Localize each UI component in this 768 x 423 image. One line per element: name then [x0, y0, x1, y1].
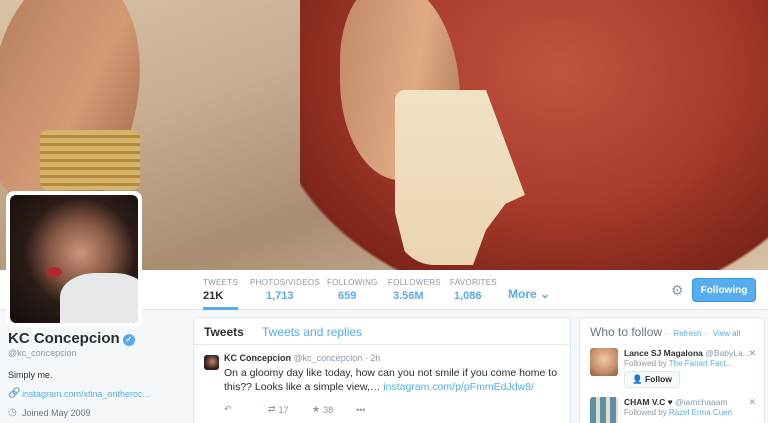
followed-by-label: Followed by: [624, 359, 667, 368]
retweet-action[interactable]: ⇄ 17: [268, 404, 312, 415]
stat-value: 3.56M: [393, 290, 424, 302]
profile-card: KC Concepcion ✓ @kc_concepcion Simply me.…: [8, 330, 188, 418]
refresh-link[interactable]: Refresh: [673, 329, 701, 338]
stat-value: 1,086: [454, 290, 482, 302]
website-link[interactable]: instagram.com/xtina_ontheroc...: [22, 389, 150, 399]
followed-by-label: Followed by: [624, 408, 667, 417]
profile-avatar[interactable]: [6, 191, 142, 327]
tweet-link[interactable]: instagram.com/p/pFmmEdJdw8/: [383, 381, 534, 393]
close-icon[interactable]: ✕: [748, 397, 756, 408]
profile-joined: ◷ Joined May 2009: [8, 407, 188, 418]
suggestion-avatar[interactable]: [590, 397, 618, 423]
favorite-count: 38: [323, 404, 334, 415]
followed-by-user[interactable]: The Fanart Fact...: [669, 359, 733, 368]
more-actions[interactable]: •••: [356, 404, 400, 415]
tweet-time[interactable]: · 2h: [365, 353, 381, 363]
profile-name[interactable]: KC Concepcion: [8, 330, 120, 347]
timeline: Tweets Tweets and replies KC Concepcion …: [193, 317, 571, 423]
who-to-follow: Who to follow · Refresh · View all Lance…: [579, 317, 765, 423]
profile-website[interactable]: 🔗 instagram.com/xtina_ontheroc...: [8, 388, 188, 399]
stat-value: 659: [338, 290, 357, 302]
stat-value: 21K: [203, 290, 224, 302]
close-icon[interactable]: ✕: [748, 348, 756, 359]
following-button[interactable]: Following: [692, 278, 756, 302]
profile-handle[interactable]: @kc_concepcion: [8, 348, 188, 358]
tweet-handle[interactable]: @kc_concepcion: [294, 353, 363, 363]
joined-date: Joined May 2009: [22, 407, 91, 418]
stat-favorites[interactable]: FAVORITES 1,086: [450, 278, 497, 302]
more-menu[interactable]: More ⌄: [508, 287, 550, 301]
favorite-action[interactable]: ★ 38: [312, 404, 356, 415]
profile-bio: Simply me.: [8, 370, 53, 380]
retweet-count: 17: [278, 404, 289, 415]
separator: ·: [665, 329, 669, 338]
separator: ·: [704, 329, 708, 338]
more-label: More: [508, 287, 537, 301]
calendar-icon: ◷: [8, 407, 17, 418]
tweet-item[interactable]: KC Concepcion @kc_concepcion · 2h On a g…: [194, 345, 570, 415]
tab-tweets-and-replies[interactable]: Tweets and replies: [262, 325, 362, 339]
stat-tweets[interactable]: TWEETS 21K: [203, 278, 239, 310]
tweet-author[interactable]: KC Concepcion: [224, 353, 291, 363]
stat-label: FOLLOWERS: [388, 278, 441, 287]
reply-action[interactable]: ↶: [224, 404, 268, 415]
followed-by-user[interactable]: Razel Erma Cuen: [669, 408, 732, 417]
stat-value: 1,713: [266, 290, 294, 302]
timeline-tabs: Tweets Tweets and replies: [194, 318, 570, 345]
reply-icon: ↶: [224, 404, 232, 414]
stat-followers[interactable]: FOLLOWERS 3.56M: [388, 278, 441, 302]
tweet-actions: ↶ ⇄ 17 ★ 38 •••: [224, 404, 560, 415]
more-dots-icon: •••: [356, 404, 366, 415]
suggestion-name[interactable]: Lance SJ Magalona: [624, 348, 703, 358]
stat-label: FAVORITES: [450, 278, 498, 287]
suggestion-avatar[interactable]: [590, 348, 618, 376]
verified-badge-icon: ✓: [122, 334, 135, 346]
suggestion-name[interactable]: CHAM V.C ♥: [624, 397, 673, 407]
star-icon: ★: [312, 404, 321, 414]
chevron-down-icon: ⌄: [540, 287, 551, 301]
who-to-follow-title: Who to follow: [590, 325, 663, 339]
stat-label: PHOTOS/VIDEOS: [250, 278, 320, 287]
follow-label: Follow: [644, 374, 672, 384]
link-icon: 🔗: [8, 388, 21, 399]
stat-label: FOLLOWING: [327, 278, 378, 287]
stat-following[interactable]: FOLLOWING 659: [327, 278, 378, 302]
follow-button[interactable]: 👤 Follow: [624, 371, 680, 388]
suggestion-handle[interactable]: @BabyLa...: [705, 348, 750, 358]
suggestion-item: Lance SJ Magalona @BabyLa... Followed by…: [590, 348, 756, 388]
retweet-icon: ⇄: [268, 404, 276, 414]
add-person-icon: 👤: [632, 374, 643, 384]
stat-photos-videos[interactable]: PHOTOS/VIDEOS 1,713: [250, 278, 320, 302]
suggestion-handle[interactable]: @iamchaaam: [675, 397, 728, 407]
tweet-avatar[interactable]: [204, 355, 219, 370]
suggestion-item: CHAM V.C ♥ @iamchaaam Followed by Razel …: [590, 397, 756, 423]
tab-tweets[interactable]: Tweets: [204, 325, 244, 339]
stat-label: TWEETS: [203, 278, 239, 287]
gear-icon[interactable]: ⚙: [671, 283, 685, 297]
view-all-link[interactable]: View all: [713, 329, 740, 338]
